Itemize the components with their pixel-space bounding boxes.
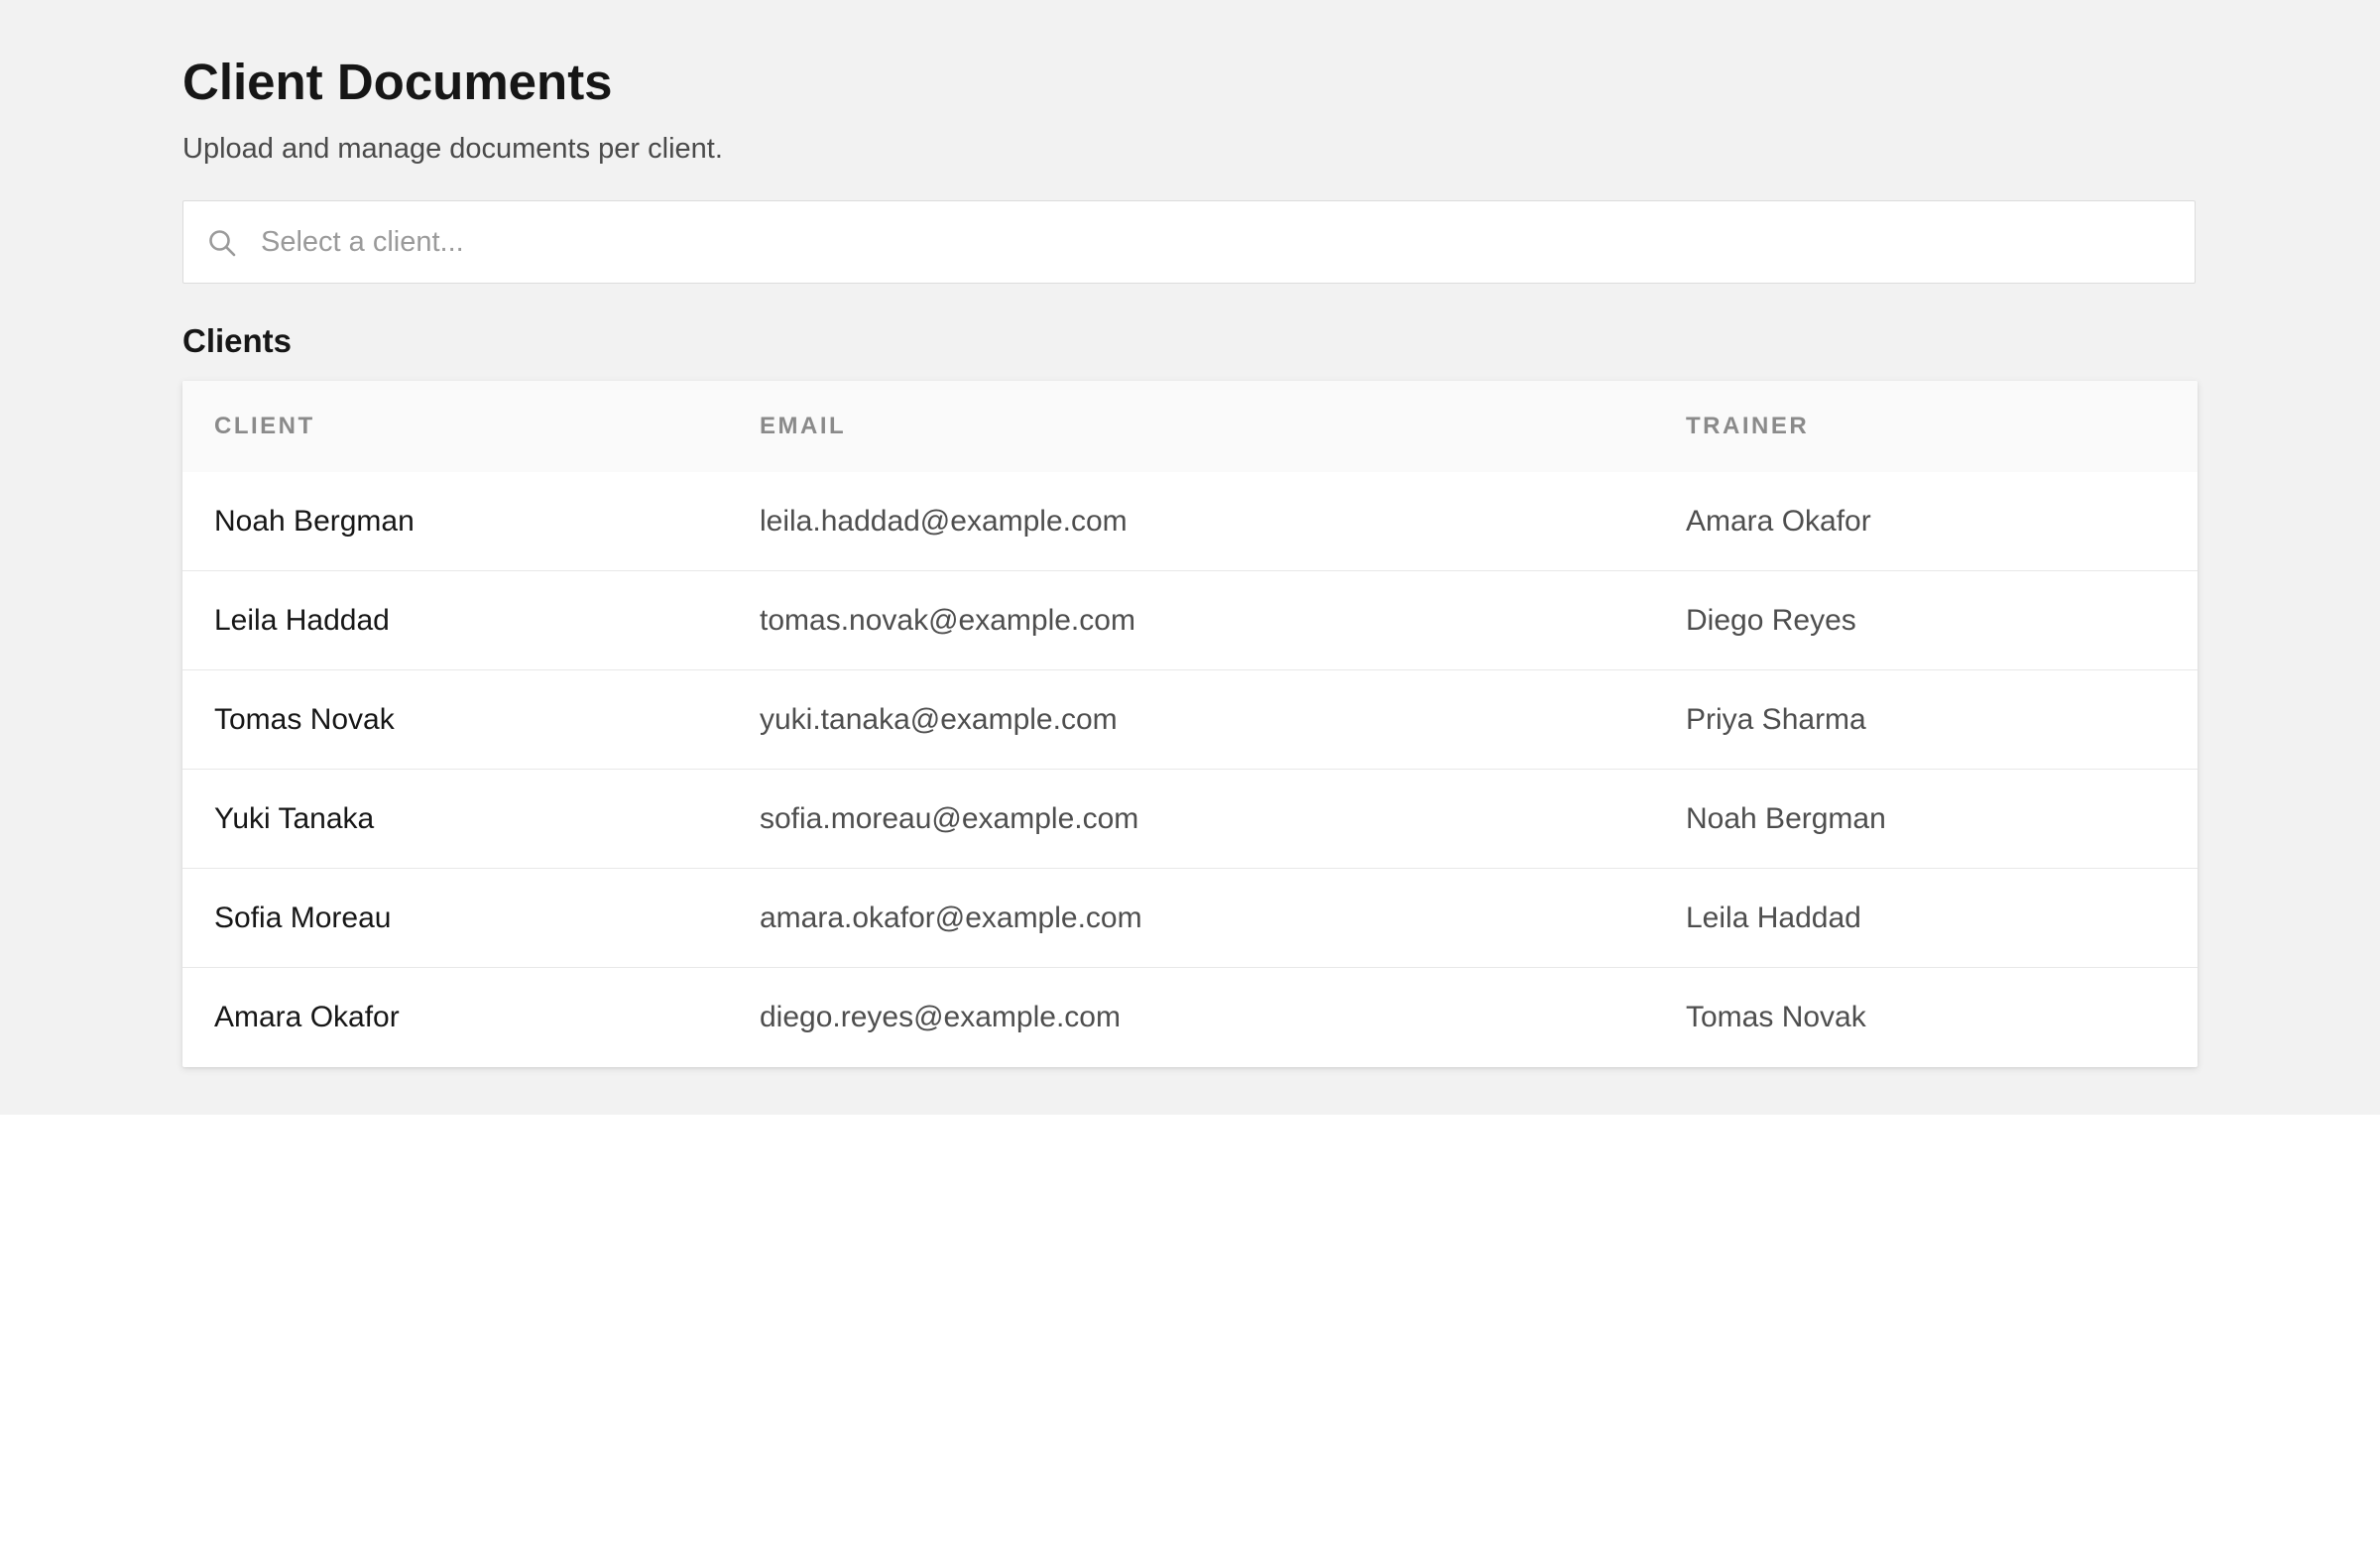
- client-name-cell: Yuki Tanaka: [214, 802, 375, 835]
- page-subtitle: Upload and manage documents per client.: [182, 133, 723, 165]
- column-header-email[interactable]: EMAIL: [760, 381, 846, 472]
- table-body: Noah Bergman leila.haddad@example.com Am…: [182, 472, 2198, 1067]
- trainer-name-cell: Tomas Novak: [1686, 1001, 1866, 1033]
- table-row[interactable]: Amara Okafor diego.reyes@example.com Tom…: [182, 968, 2198, 1067]
- trainer-name-cell: Diego Reyes: [1686, 604, 1856, 637]
- client-email-cell: leila.haddad@example.com: [760, 505, 1128, 538]
- table-row[interactable]: Leila Haddad tomas.novak@example.com Die…: [182, 571, 2198, 670]
- client-email-cell: diego.reyes@example.com: [760, 1001, 1121, 1033]
- table-header: CLIENT EMAIL TRAINER: [182, 381, 2198, 472]
- column-header-client[interactable]: CLIENT: [214, 381, 315, 472]
- client-name-cell: Amara Okafor: [214, 1001, 400, 1033]
- client-email-cell: tomas.novak@example.com: [760, 604, 1135, 637]
- column-header-trainer[interactable]: TRAINER: [1686, 381, 1809, 472]
- client-name-cell: Tomas Novak: [214, 703, 395, 736]
- client-email-cell: yuki.tanaka@example.com: [760, 703, 1118, 736]
- page-title: Client Documents: [182, 54, 613, 110]
- trainer-name-cell: Leila Haddad: [1686, 902, 1861, 934]
- search-icon: [207, 228, 237, 258]
- trainer-name-cell: Priya Sharma: [1686, 703, 1866, 736]
- table-row[interactable]: Noah Bergman leila.haddad@example.com Am…: [182, 472, 2198, 571]
- table-row[interactable]: Yuki Tanaka sofia.moreau@example.com Noa…: [182, 770, 2198, 869]
- clients-section-title: Clients: [182, 322, 293, 359]
- client-name-cell: Noah Bergman: [214, 505, 415, 538]
- client-search-input[interactable]: [261, 201, 2165, 283]
- trainer-name-cell: Amara Okafor: [1686, 505, 1871, 538]
- client-name-cell: Leila Haddad: [214, 604, 390, 637]
- client-email-cell: sofia.moreau@example.com: [760, 802, 1139, 835]
- clients-table: CLIENT EMAIL TRAINER Noah Bergman leila.…: [182, 381, 2198, 1067]
- trainer-name-cell: Noah Bergman: [1686, 802, 1886, 835]
- client-name-cell: Sofia Moreau: [214, 902, 392, 934]
- client-email-cell: amara.okafor@example.com: [760, 902, 1142, 934]
- table-row[interactable]: Sofia Moreau amara.okafor@example.com Le…: [182, 869, 2198, 968]
- client-search-box[interactable]: [182, 200, 2196, 284]
- table-row[interactable]: Tomas Novak yuki.tanaka@example.com Priy…: [182, 670, 2198, 770]
